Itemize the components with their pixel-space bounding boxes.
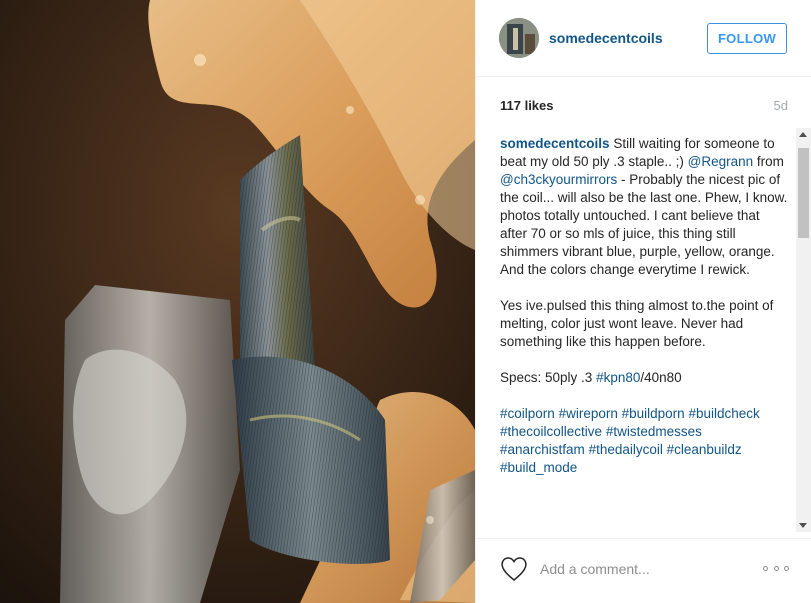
dot-icon — [784, 565, 789, 571]
hashtag-link[interactable]: #wireporn — [559, 406, 618, 421]
scroll-down-arrow-icon[interactable] — [799, 523, 807, 528]
coil-photo-illustration — [0, 0, 475, 603]
comment-input[interactable] — [538, 555, 752, 583]
hashtag-link[interactable]: #buildporn — [622, 406, 685, 421]
hashtag-link[interactable]: #build_mode — [500, 460, 577, 475]
hashtag-list: #coilporn #wireporn #buildporn #buildche… — [500, 405, 790, 477]
post-footer — [476, 538, 811, 603]
caption-paragraph-2: Yes ive.pulsed this thing almost to.the … — [500, 298, 774, 349]
caption-paragraph-1: somedecentcoils Still waiting for someon… — [500, 135, 790, 279]
specs-text-b: /40n80 — [640, 370, 682, 385]
hashtag-link[interactable]: #buildcheck — [688, 406, 759, 421]
hashtag-kpn80[interactable]: #kpn80 — [596, 370, 640, 385]
scroll-up-arrow-icon[interactable] — [799, 132, 807, 137]
scrollbar-thumb[interactable] — [798, 148, 809, 238]
post-age[interactable]: 5d — [774, 98, 788, 113]
post-header: somedecentcoils FOLLOW — [476, 0, 811, 77]
avatar[interactable] — [499, 18, 539, 58]
caption-text: somedecentcoils Still waiting for someon… — [500, 135, 790, 530]
hashtag-link[interactable]: #thecoilcollective — [500, 424, 602, 439]
post-details-panel: somedecentcoils FOLLOW 117 likes 5d some… — [475, 0, 811, 603]
dot-icon — [773, 565, 779, 571]
hashtag-link[interactable]: #thedailycoil — [589, 442, 663, 457]
hashtag-link[interactable]: #twistedmesses — [606, 424, 702, 439]
caption-specs: Specs: 50ply .3 #kpn80/40n80 — [500, 369, 790, 387]
dot-icon — [763, 565, 768, 571]
caption-text-b: from — [756, 154, 784, 169]
caption-text-c: - Probably the nicest pic of the coil...… — [500, 172, 788, 277]
specs-text-a: Specs: 50ply .3 — [500, 370, 593, 385]
follow-button[interactable]: FOLLOW — [707, 23, 787, 54]
comments-scrollbar[interactable] — [796, 128, 811, 532]
hashtag-link[interactable]: #coilporn — [500, 406, 555, 421]
likes-row: 117 likes 5d — [500, 98, 788, 116]
caption-username[interactable]: somedecentcoils — [500, 136, 610, 151]
likes-count[interactable]: 117 likes — [500, 98, 554, 113]
post-photo — [0, 0, 475, 603]
more-options-icon[interactable] — [763, 563, 789, 573]
mention-ch3ckyourmirrors[interactable]: @ch3ckyourmirrors — [500, 172, 617, 187]
hashtag-link[interactable]: #anarchistfam — [500, 442, 585, 457]
username-link[interactable]: somedecentcoils — [549, 30, 663, 46]
hashtag-link[interactable]: #cleanbuildz — [667, 442, 742, 457]
mention-regrann[interactable]: @Regrann — [688, 154, 754, 169]
heart-icon[interactable] — [500, 556, 528, 582]
